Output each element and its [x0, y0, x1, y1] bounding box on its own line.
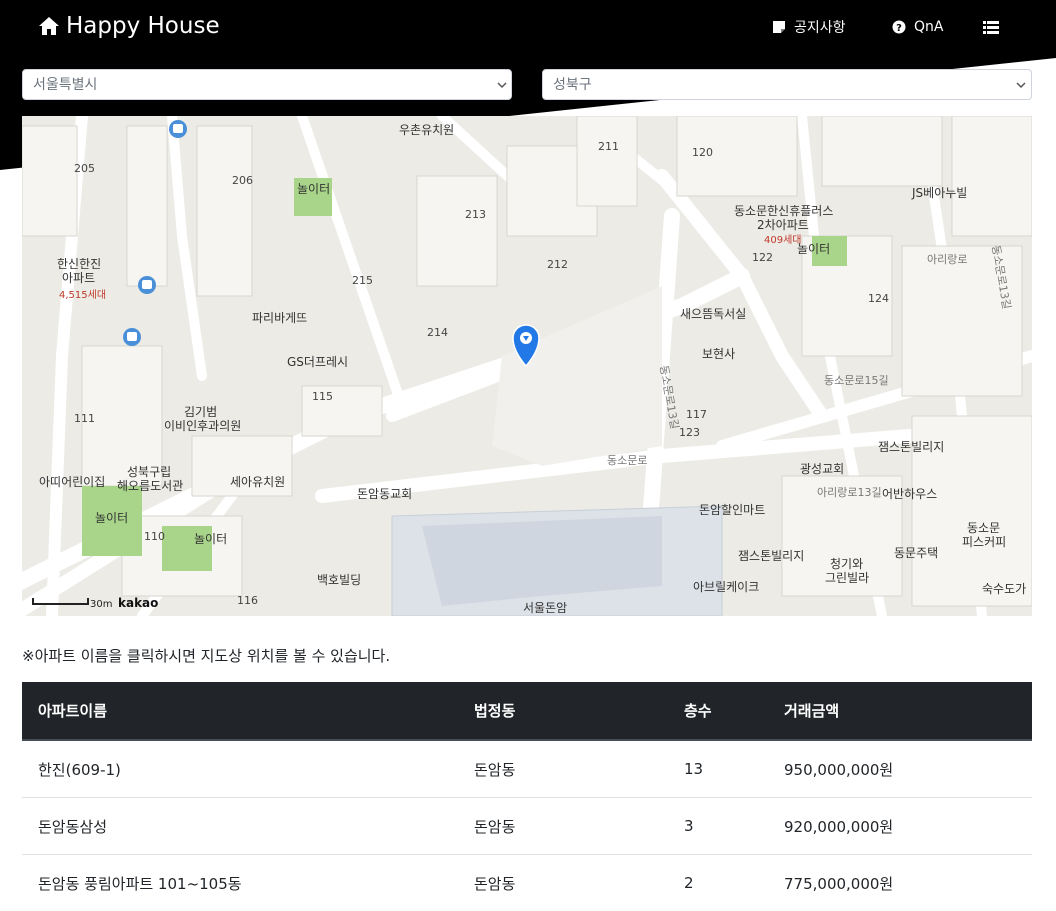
- map-label-units: 4,515세대: [59, 289, 106, 301]
- map-label-road: 동소문로: [607, 454, 647, 467]
- map-label-cafe: 아브릴케이크: [693, 580, 759, 594]
- nav-qna[interactable]: ? QnA: [892, 16, 943, 38]
- map-label-bakery: 파리바게뜨: [252, 311, 307, 325]
- map-label-building: 어반하우스: [882, 487, 937, 501]
- map-label-villa: 잼스톤빌리지: [878, 440, 944, 454]
- map-label-kindergarten: 세아유치원: [230, 475, 285, 489]
- map-lot-number: 211: [598, 140, 619, 153]
- map-label-apartment: 2차아파트: [757, 218, 809, 232]
- kakao-logo: kakao: [118, 596, 158, 610]
- table-row[interactable]: 돈암동 풍림아파트 101~105동 돈암동 2 775,000,000원: [22, 855, 1032, 911]
- map-label-building: JS베아누빌: [911, 186, 967, 200]
- brand-title: Happy House: [66, 13, 220, 39]
- map-label-restaurant: 숙수도가: [982, 582, 1026, 596]
- map-label-park: 놀이터: [297, 182, 330, 196]
- table-row[interactable]: 돈암동삼성 돈암동 3 920,000,000원: [22, 798, 1032, 855]
- map-label-building: 동문주택: [894, 546, 938, 560]
- nav-qna-label: QnA: [914, 19, 943, 35]
- map-lot-number: 110: [144, 530, 165, 543]
- map-lot-number: 111: [74, 412, 95, 425]
- price-cell: 920,000,000원: [768, 798, 1032, 855]
- floor-cell: 13: [668, 740, 768, 798]
- apt-name-cell[interactable]: 돈암동삼성: [22, 798, 458, 855]
- apartment-table: 아파트이름 법정동 층수 거래금액 한진(609-1) 돈암동 13 950,0…: [22, 682, 1032, 911]
- map-label-library: 성북구립: [127, 465, 171, 479]
- table-header-row: 아파트이름 법정동 층수 거래금액: [22, 682, 1032, 740]
- map-lot-number: 213: [465, 208, 486, 221]
- map-view[interactable]: 우촌유치원 놀이터 한신한진 아파트 4,515세대 파리바게뜨 GS더프레시 …: [22, 116, 1032, 616]
- bus-stop-icon[interactable]: [123, 328, 141, 346]
- map-label-road: 아리랑로: [927, 253, 967, 266]
- list-icon: [983, 21, 999, 34]
- floor-cell: 2: [668, 855, 768, 911]
- brand-link[interactable]: Happy House: [38, 11, 220, 41]
- bus-stop-icon[interactable]: [169, 120, 187, 138]
- district-select[interactable]: 성북구: [542, 69, 1032, 100]
- map-label-building: 백호빌딩: [317, 573, 361, 587]
- col-header-floor: 층수: [668, 682, 768, 740]
- map-label-villa: 청기와: [830, 557, 863, 571]
- map-label-road: 동소문로15길: [824, 374, 889, 387]
- map-lot-number: 116: [237, 594, 258, 607]
- map-label-church: 광성교회: [800, 462, 844, 476]
- map-label-villa: 잼스톤빌리지: [738, 549, 804, 563]
- notice-text: ※아파트 이름을 클릭하시면 지도상 위치를 볼 수 있습니다.: [22, 645, 390, 666]
- question-circle-icon: ?: [892, 20, 906, 34]
- map-lot-number: 115: [312, 390, 333, 403]
- apt-name-cell[interactable]: 한진(609-1): [22, 740, 458, 798]
- map-lot-number: 123: [679, 426, 700, 439]
- table-row[interactable]: 한진(609-1) 돈암동 13 950,000,000원: [22, 740, 1032, 798]
- floor-cell: 3: [668, 798, 768, 855]
- map-label-clinic: 이비인후과의원: [164, 419, 241, 433]
- apt-name-cell[interactable]: 돈암동 풍림아파트 101~105동: [22, 855, 458, 911]
- menu-button[interactable]: [983, 16, 999, 38]
- map-label-school: 우촌유치원: [399, 123, 454, 137]
- map-lot-number: 117: [686, 408, 707, 421]
- map-lot-number: 124: [868, 292, 889, 305]
- map-label-cafe: 동소문: [967, 521, 1000, 535]
- map-label-study-room: 새으뜸독서실: [680, 307, 746, 321]
- map-lot-number: 215: [352, 274, 373, 287]
- col-header-dong: 법정동: [458, 682, 668, 740]
- map-lot-number: 120: [692, 146, 713, 159]
- map-lot-number: 212: [547, 258, 568, 271]
- map-label-school: 서울돈암: [523, 601, 567, 615]
- nav-notice[interactable]: 공지사항: [772, 16, 846, 38]
- map-label-temple: 보현사: [702, 347, 735, 361]
- map-label-library: 해오름도서관: [117, 479, 183, 493]
- map-label-units: 409세대: [764, 234, 802, 246]
- nav-notice-label: 공지사항: [794, 17, 846, 37]
- map-label-road: 아리랑로13길: [817, 486, 882, 499]
- notice-icon: [772, 20, 786, 34]
- map-label-church: 돈암동교회: [357, 487, 412, 501]
- col-header-apt-name: 아파트이름: [22, 682, 458, 740]
- city-select[interactable]: 서울특별시: [22, 69, 512, 100]
- map-label-apartment: 동소문한신휴플러스: [734, 204, 833, 218]
- home-icon: [38, 16, 60, 36]
- price-cell: 950,000,000원: [768, 740, 1032, 798]
- dong-cell: 돈암동: [458, 798, 668, 855]
- map-label-apartment: 한신한진: [57, 257, 101, 271]
- map-label-park: 놀이터: [797, 242, 830, 256]
- map-label-cafe: 피스커피: [962, 535, 1006, 549]
- map-label-park: 놀이터: [95, 511, 128, 525]
- map-scale-label: 30m: [90, 599, 112, 610]
- map-label-mart: 돈암할인마트: [699, 503, 765, 517]
- map-label-kindergarten: 아띠어린이집: [39, 475, 105, 489]
- bus-stop-icon[interactable]: [138, 276, 156, 294]
- map-label-supermarket: GS더프레시: [287, 355, 348, 369]
- map-lot-number: 122: [752, 251, 773, 264]
- dong-cell: 돈암동: [458, 740, 668, 798]
- map-label-apartment: 아파트: [62, 271, 95, 285]
- map-lot-number: 206: [232, 174, 253, 187]
- map-lot-number: 214: [427, 326, 448, 339]
- map-label-villa: 그린빌라: [825, 571, 869, 585]
- map-label-clinic: 김기범: [184, 405, 217, 419]
- dong-cell: 돈암동: [458, 855, 668, 911]
- map-lot-number: 205: [74, 162, 95, 175]
- price-cell: 775,000,000원: [768, 855, 1032, 911]
- map-label-park: 놀이터: [194, 532, 227, 546]
- svg-text:?: ?: [896, 23, 902, 34]
- col-header-price: 거래금액: [768, 682, 1032, 740]
